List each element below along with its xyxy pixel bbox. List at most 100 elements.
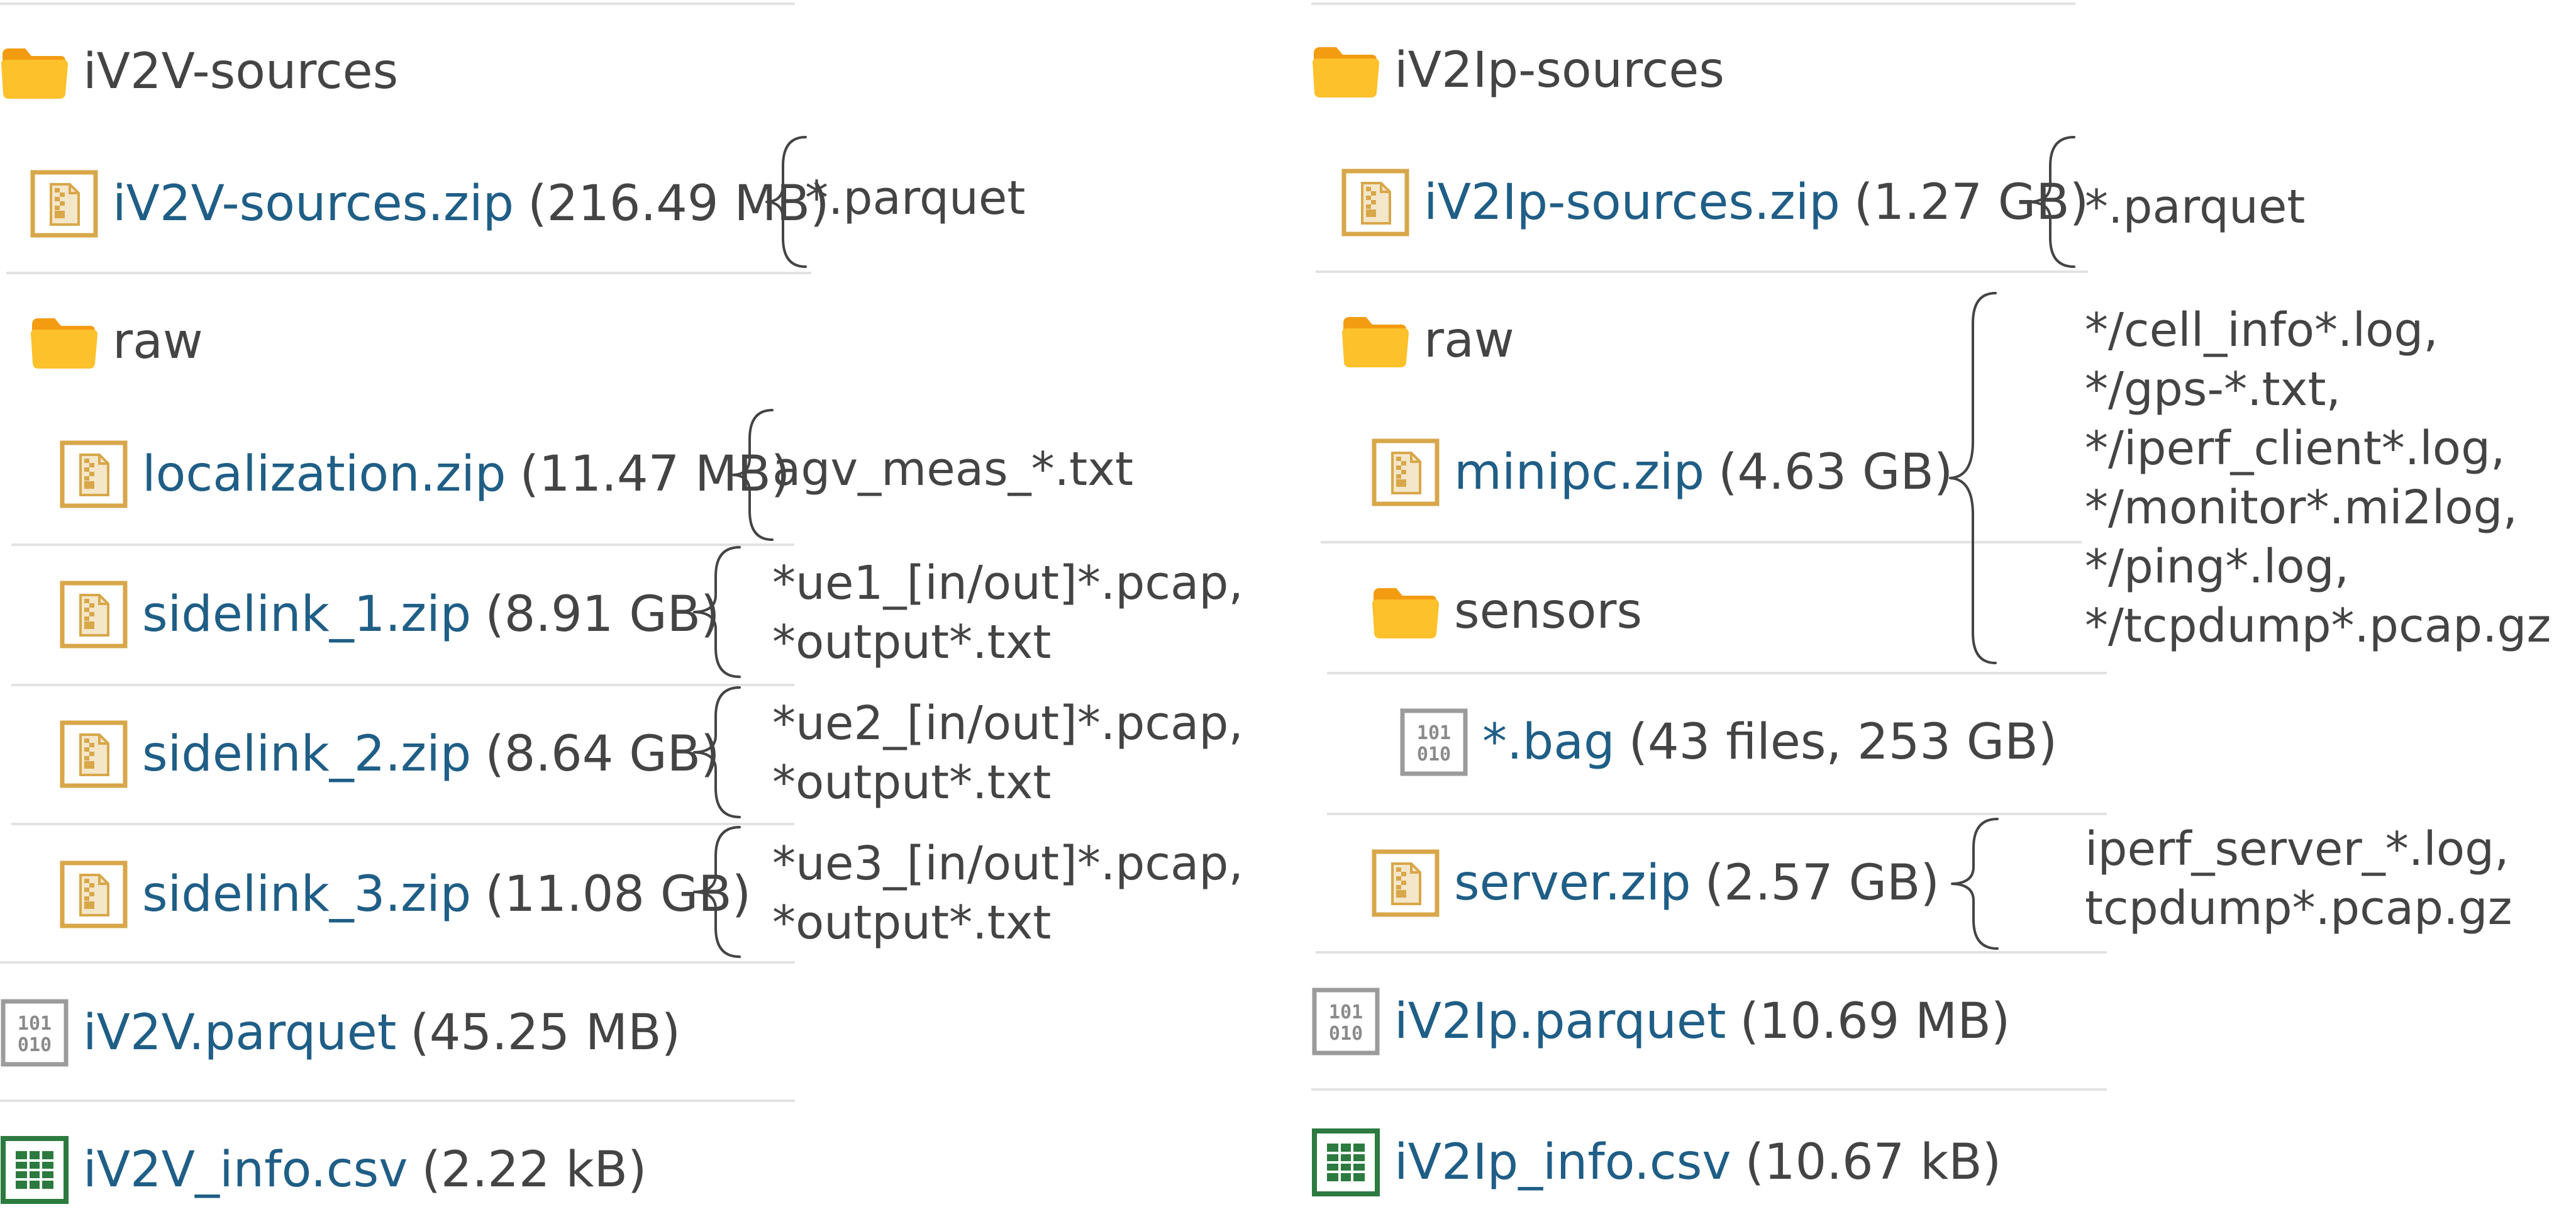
separator — [11, 823, 794, 825]
brace — [2028, 136, 2075, 268]
archive-contents: */cell_info*.log, */gps-*.txt, */iperf_c… — [2085, 301, 2551, 655]
file-row-iv2ip-parquet[interactable]: iV2Ip.parquet (10.69 MB) — [1311, 977, 2010, 1066]
contents-line: *ue2_[in/out]*.pcap, — [772, 696, 1243, 750]
zip-archive-icon — [59, 720, 128, 789]
archive-contents: *ue2_[in/out]*.pcap, *output*.txt — [772, 694, 1243, 812]
brace — [693, 826, 741, 958]
archive-contents: *ue1_[in/out]*.pcap, *output*.txt — [772, 554, 1243, 672]
separator — [1311, 1088, 2107, 1091]
file-size: (2.22 kB) — [421, 1142, 647, 1198]
zip-archive-icon — [1371, 438, 1440, 507]
archive-contents: agv_meas_*.txt — [772, 440, 1133, 499]
file-row-sidelink-2-zip[interactable]: sidelink_2.zip (8.64 GB) — [59, 710, 720, 798]
contents-line: agv_meas_*.txt — [772, 442, 1133, 496]
file-link[interactable]: iV2V-sources.zip — [113, 175, 514, 232]
file-link[interactable]: iV2V_info.csv — [83, 1142, 408, 1198]
folder-row-raw[interactable]: raw — [30, 298, 203, 386]
folder-icon — [1341, 312, 1410, 369]
contents-line: *output*.txt — [772, 896, 1052, 950]
archive-contents: *ue3_[in/out]*.pcap, *output*.txt — [772, 834, 1243, 952]
file-size: (8.91 GB) — [485, 586, 720, 643]
folder-name: raw — [1424, 312, 1514, 369]
file-size: (4.63 GB) — [1718, 444, 1953, 501]
zip-archive-icon — [59, 580, 128, 649]
file-link[interactable]: iV2Ip.parquet — [1394, 993, 1726, 1050]
file-row-sidelink-3-zip[interactable]: sidelink_3.zip (11.08 GB) — [59, 850, 751, 938]
binary-file-icon — [0, 998, 69, 1067]
separator — [1311, 3, 2075, 5]
file-row-bag[interactable]: *.bag (43 files, 253 GB) — [1399, 698, 2057, 786]
contents-line: */iperf_client*.log, — [2085, 421, 2506, 476]
file-link[interactable]: server.zip — [1454, 855, 1691, 911]
separator — [11, 543, 794, 546]
zip-archive-icon — [30, 169, 99, 238]
contents-line: */tcpdump*.pcap.gz — [2085, 599, 2551, 653]
contents-line: *.parquet — [805, 171, 1026, 225]
file-size: (10.67 kB) — [1745, 1134, 2002, 1191]
zip-archive-icon — [1371, 849, 1440, 918]
file-link[interactable]: sidelink_1.zip — [142, 586, 471, 643]
separator — [1327, 813, 2107, 815]
contents-line: */ping*.log, — [2085, 540, 2350, 594]
separator — [0, 3, 795, 5]
file-row-server-zip[interactable]: server.zip (2.57 GB) — [1371, 839, 1940, 927]
folder-name: iV2Ip-sources — [1394, 42, 1724, 99]
contents-line: *ue3_[in/out]*.pcap, — [772, 837, 1243, 891]
file-link[interactable]: iV2V.parquet — [83, 1005, 396, 1061]
contents-line: *output*.txt — [772, 755, 1052, 810]
file-link[interactable]: sidelink_3.zip — [142, 866, 471, 923]
folder-row-raw[interactable]: raw — [1341, 296, 1514, 384]
separator — [1316, 270, 2088, 273]
separator — [0, 1100, 795, 1102]
file-size: (2.57 GB) — [1704, 855, 1940, 911]
folder-icon — [1371, 583, 1440, 640]
brace — [1949, 292, 1997, 664]
contents-line: tcpdump*.pcap.gz — [2085, 881, 2512, 935]
archive-contents: *.parquet — [805, 169, 1025, 228]
folder-icon — [1311, 42, 1380, 99]
file-row-iv2v-info-csv[interactable]: iV2V_info.csv (2.22 kB) — [0, 1126, 647, 1214]
file-row-localization-zip[interactable]: localization.zip (11.47 MB) — [59, 430, 790, 518]
file-size: (10.69 MB) — [1740, 993, 2011, 1050]
zip-archive-icon — [59, 860, 128, 929]
brace — [765, 136, 807, 268]
separator — [6, 272, 811, 274]
file-size: (45.25 MB) — [410, 1005, 681, 1061]
file-row-iv2ip-info-csv[interactable]: iV2Ip_info.csv (10.67 kB) — [1311, 1118, 2001, 1206]
file-link[interactable]: sidelink_2.zip — [142, 726, 471, 782]
folder-icon — [30, 313, 99, 370]
file-row-iv2v-parquet[interactable]: iV2V.parquet (45.25 MB) — [0, 989, 680, 1077]
folder-name: sensors — [1454, 583, 1643, 640]
binary-file-icon — [1311, 987, 1380, 1056]
file-link[interactable]: iV2Ip_info.csv — [1394, 1134, 1731, 1191]
file-link[interactable]: localization.zip — [142, 446, 506, 503]
brace — [693, 686, 741, 818]
file-row-iv2ip-sources-zip[interactable]: iV2Ip-sources.zip (1.27 GB) — [1341, 159, 2089, 247]
file-link[interactable]: iV2Ip-sources.zip — [1424, 174, 1840, 231]
file-row-sidelink-1-zip[interactable]: sidelink_1.zip (8.91 GB) — [59, 571, 720, 659]
contents-line: *.parquet — [2085, 180, 2306, 234]
file-link[interactable]: minipc.zip — [1454, 444, 1704, 501]
folder-row-iv2ip-sources[interactable]: iV2Ip-sources — [1311, 26, 1724, 114]
file-size: (43 files, 253 GB) — [1628, 714, 2058, 771]
separator — [1316, 951, 2107, 954]
file-link[interactable]: *.bag — [1482, 714, 1615, 771]
separator — [11, 684, 794, 686]
file-row-minipc-zip[interactable]: minipc.zip (4.63 GB) — [1371, 428, 1953, 516]
separator — [0, 961, 795, 964]
archive-contents: iperf_server_*.log, tcpdump*.pcap.gz — [2085, 820, 2512, 938]
zip-archive-icon — [1341, 168, 1410, 237]
contents-line: *output*.txt — [772, 615, 1052, 669]
folder-row-iv2v-sources[interactable]: iV2V-sources — [0, 28, 398, 116]
folder-row-sensors[interactable]: sensors — [1371, 567, 1642, 655]
spreadsheet-icon — [1311, 1128, 1380, 1197]
file-size: (8.64 GB) — [485, 726, 720, 782]
brace — [693, 546, 741, 678]
separator — [1327, 672, 2107, 674]
contents-line: iperf_server_*.log, — [2085, 822, 2509, 876]
file-row-iv2v-sources-zip[interactable]: iV2V-sources.zip (216.49 MB) — [30, 160, 830, 248]
folder-icon — [0, 43, 69, 100]
brace — [1951, 818, 1999, 950]
zip-archive-icon — [59, 440, 128, 509]
contents-line: *ue1_[in/out]*.pcap, — [772, 556, 1243, 610]
